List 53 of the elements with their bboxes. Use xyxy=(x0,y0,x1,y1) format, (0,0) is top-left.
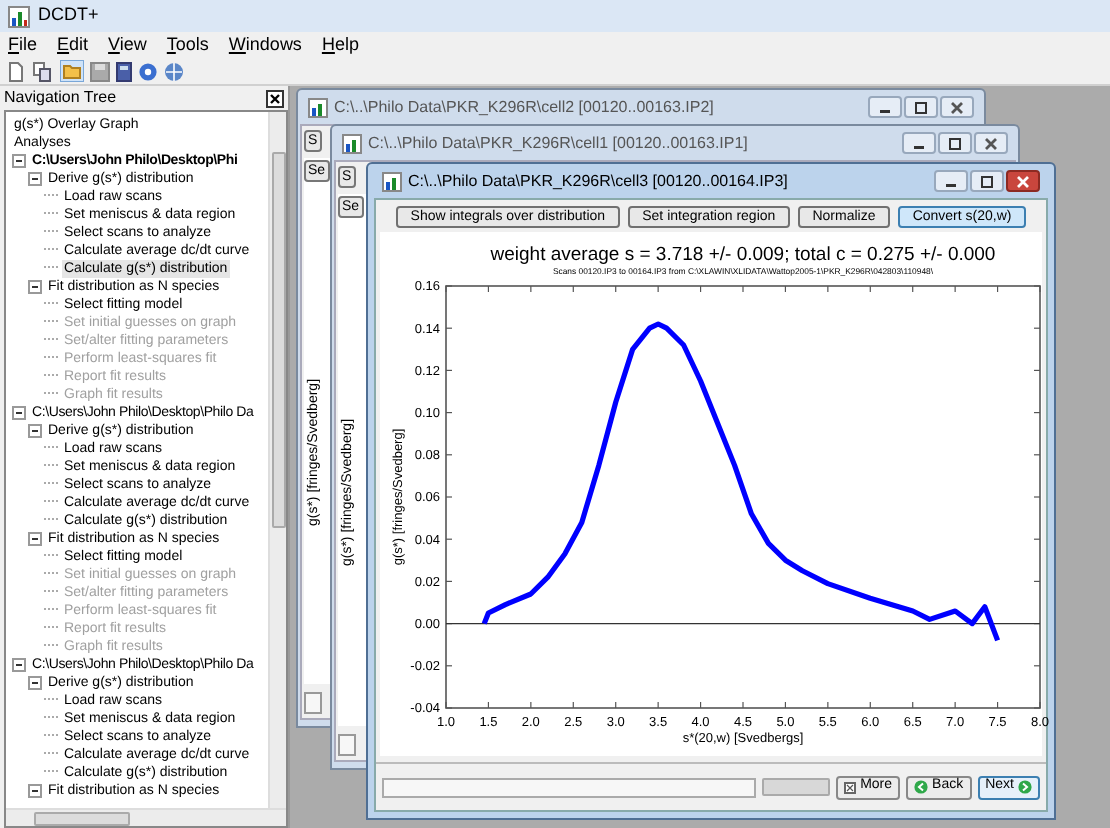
left-arrow-icon xyxy=(914,780,929,794)
menu-item[interactable]: Windows xyxy=(228,31,302,59)
collapse-icon[interactable] xyxy=(28,424,42,438)
menu-item[interactable]: Edit xyxy=(57,31,89,59)
gear-icon[interactable] xyxy=(138,61,158,81)
maximize-button[interactable] xyxy=(904,96,938,118)
minimize-button[interactable] xyxy=(934,170,968,192)
copy-document-icon[interactable] xyxy=(32,61,54,81)
menu-item[interactable]: File xyxy=(8,31,38,59)
maximize-button[interactable] xyxy=(970,170,1004,192)
window-title: C:\..\Philo Data\PKR_K296R\cell2 [00120..00163.IP2] xyxy=(334,95,716,119)
window-title: C:\..\Philo Data\PKR_K296R\cell3 [00120..00164.IP3] xyxy=(408,169,790,193)
close-icon xyxy=(950,101,964,113)
collapse-icon[interactable] xyxy=(12,154,26,168)
scroll-thumb[interactable] xyxy=(34,811,130,825)
collapse-icon[interactable] xyxy=(12,658,26,672)
menu-item[interactable]: View xyxy=(108,31,147,59)
window-title: DCDT+ xyxy=(38,2,99,29)
horizontal-scrollbar[interactable] xyxy=(6,808,286,826)
window-title: C:\..\Philo Data\PKR_K296R\cell1 [00120..00163.IP1] xyxy=(368,131,750,155)
minimize-button[interactable] xyxy=(902,132,936,154)
app-chart-icon xyxy=(8,5,30,27)
panel-title: Navigation Tree xyxy=(4,86,117,110)
menu-item[interactable]: Help xyxy=(321,31,359,59)
collapse-icon[interactable] xyxy=(28,172,42,186)
app-chart-icon xyxy=(342,133,362,153)
close-button[interactable] xyxy=(1006,170,1040,192)
maximize-button[interactable] xyxy=(938,132,972,154)
close-icon xyxy=(1016,175,1030,187)
maximize-icon xyxy=(914,101,928,113)
close-icon[interactable] xyxy=(266,89,284,107)
collapse-icon[interactable] xyxy=(12,406,26,420)
globe-icon[interactable] xyxy=(164,61,186,81)
collapse-icon[interactable] xyxy=(28,676,42,690)
app-chart-icon xyxy=(308,97,328,117)
calculator-icon[interactable] xyxy=(116,61,132,81)
expand-box-icon xyxy=(844,781,857,793)
minimize-button[interactable] xyxy=(868,96,902,118)
maximize-icon xyxy=(948,137,962,149)
vertical-scrollbar[interactable] xyxy=(268,112,286,808)
close-button[interactable] xyxy=(940,96,974,118)
collapse-icon[interactable] xyxy=(28,532,42,546)
right-arrow-icon xyxy=(1018,780,1032,794)
collapse-icon[interactable] xyxy=(28,280,42,294)
close-icon xyxy=(984,137,998,149)
maximize-icon xyxy=(980,175,994,187)
status-panel xyxy=(762,778,831,796)
close-button[interactable] xyxy=(974,132,1008,154)
app-chart-icon xyxy=(382,171,402,191)
scroll-thumb[interactable] xyxy=(271,152,285,528)
menu-item[interactable]: Tools xyxy=(166,31,209,59)
collapse-icon[interactable] xyxy=(28,784,42,798)
chart-title: weight average s = 3.718 +/- 0.009; total c = 0.275 +/- 0.000 xyxy=(490,244,996,266)
